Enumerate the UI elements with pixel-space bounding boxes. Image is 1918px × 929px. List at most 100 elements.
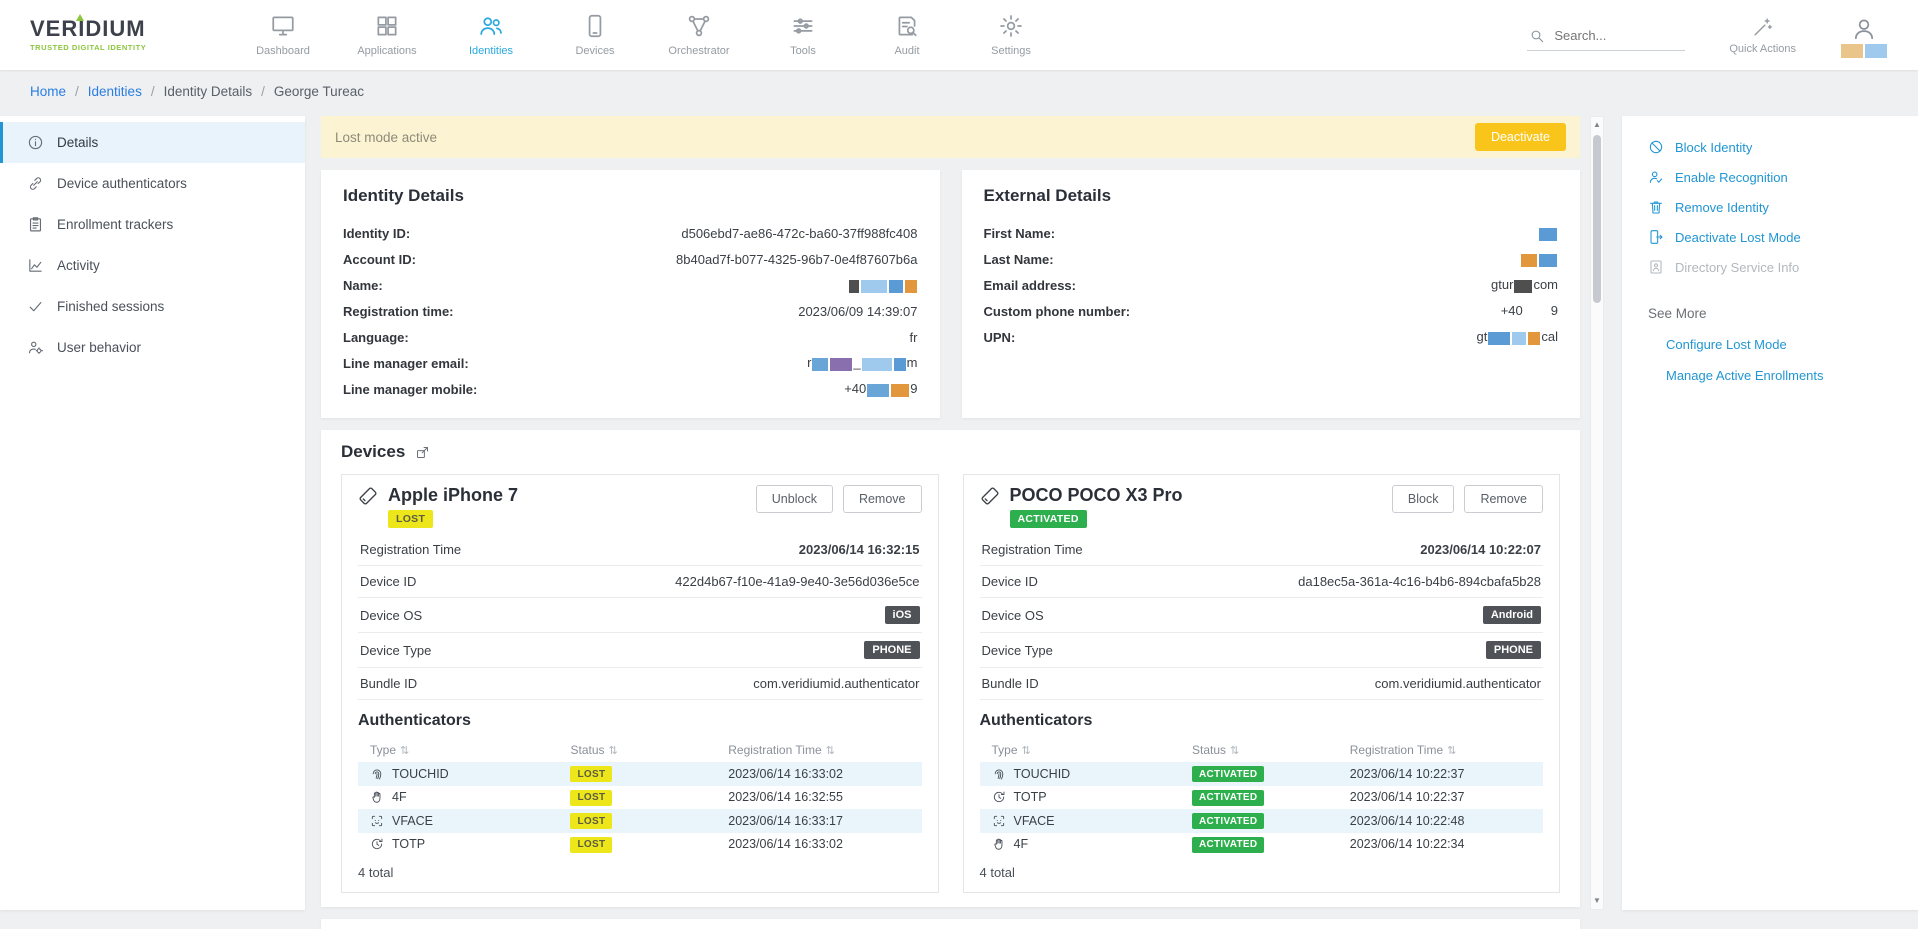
block-identity-link[interactable]: Block Identity xyxy=(1622,132,1918,162)
search-box xyxy=(1527,22,1685,51)
sidebar-item-user-behavior[interactable]: User behavior xyxy=(0,327,305,368)
fingerprint-icon xyxy=(370,767,384,781)
identity-actions-panel: Block Identity Enable Recognition Remove… xyxy=(1622,116,1918,910)
brand-tagline: TRUSTED DIGITAL IDENTITY xyxy=(30,43,180,52)
authenticator-row: TOTPACTIVATED2023/06/14 10:22:37 xyxy=(980,786,1544,810)
field-row: Language:fr xyxy=(343,324,918,350)
hand-icon xyxy=(370,790,384,804)
breadcrumb-identity-details: Identity Details xyxy=(164,84,253,99)
column-header-registration-time[interactable]: Registration Time⇅ xyxy=(724,738,921,762)
device-row: Device OSiOS xyxy=(358,598,922,633)
remove-identity-link[interactable]: Remove Identity xyxy=(1622,192,1918,222)
wand-icon xyxy=(1752,16,1774,38)
nav-applications[interactable]: Applications xyxy=(348,13,426,57)
users-icon xyxy=(478,13,504,39)
authenticators-title: Authenticators xyxy=(980,712,1544,730)
clipboard-icon xyxy=(27,216,44,233)
next-section-partial: Fi xyxy=(321,919,1580,929)
status-badge: ACTIVATED xyxy=(1192,813,1264,829)
refresh-clock-icon xyxy=(370,837,384,851)
device-row: Device TypePHONE xyxy=(358,633,922,668)
device-id-link[interactable]: 422d4b67-f10e-41a9-9e40-3e56d036e5ce xyxy=(675,574,919,589)
device-status-badge: LOST xyxy=(388,510,433,528)
user-avatar[interactable] xyxy=(1840,16,1888,59)
nav-identities[interactable]: Identities xyxy=(452,13,530,57)
column-header-status[interactable]: Status⇅ xyxy=(566,738,724,762)
sliders-icon xyxy=(790,13,816,39)
breadcrumb-person-name: George Tureac xyxy=(274,84,364,99)
nav-audit[interactable]: Audit xyxy=(868,13,946,57)
remove-device-button[interactable]: Remove xyxy=(1464,485,1543,513)
sidebar-item-finished-sessions[interactable]: Finished sessions xyxy=(0,286,305,327)
fingerprint-icon xyxy=(992,767,1006,781)
device-icon xyxy=(975,481,1003,509)
unblock-button[interactable]: Unblock xyxy=(756,485,833,513)
field-row: UPN:gtcal xyxy=(984,324,1559,350)
external-details-title: External Details xyxy=(984,186,1559,206)
devices-title: Devices xyxy=(341,442,405,462)
nav-devices[interactable]: Devices xyxy=(556,13,634,57)
deactivate-lost-mode-link[interactable]: Deactivate Lost Mode xyxy=(1622,222,1918,252)
main-scrollbar[interactable]: ▲ ▼ xyxy=(1590,116,1604,910)
scroll-up-icon[interactable]: ▲ xyxy=(1593,117,1601,133)
field-row: Name: xyxy=(343,272,918,298)
nav-settings[interactable]: Settings xyxy=(972,13,1050,57)
block-icon xyxy=(1648,139,1664,155)
authenticators-total: 4 total xyxy=(980,865,1544,880)
remove-device-button[interactable]: Remove xyxy=(843,485,922,513)
trash-icon xyxy=(1648,199,1664,215)
sidebar-item-details[interactable]: Details xyxy=(0,122,305,163)
status-badge: ACTIVATED xyxy=(1192,790,1264,806)
column-header-registration-time[interactable]: Registration Time⇅ xyxy=(1346,738,1543,762)
search-input[interactable] xyxy=(1554,28,1672,43)
phone-icon xyxy=(582,13,608,39)
lost-mode-icon xyxy=(1648,229,1664,245)
device-row: Bundle IDcom.veridiumid.authenticator xyxy=(980,668,1544,700)
authenticator-row: 4FLOST2023/06/14 16:32:55 xyxy=(358,786,922,810)
device-row: Device ID422d4b67-f10e-41a9-9e40-3e56d03… xyxy=(358,566,922,598)
sidebar-item-device-authenticators[interactable]: Device authenticators xyxy=(0,163,305,204)
field-row: Identity ID:d506ebd7-ae86-472c-ba60-37ff… xyxy=(343,220,918,246)
authenticator-row: VFACEACTIVATED2023/06/14 10:22:48 xyxy=(980,809,1544,833)
nav-tools[interactable]: Tools xyxy=(764,13,842,57)
block-device-button[interactable]: Block xyxy=(1392,485,1455,513)
nav-orchestrator[interactable]: Orchestrator xyxy=(660,13,738,57)
face-scan-icon xyxy=(992,814,1006,828)
audit-doc-icon xyxy=(894,13,920,39)
configure-lost-mode-link[interactable]: Configure Lost Mode xyxy=(1622,329,1918,360)
quick-actions-button[interactable]: Quick Actions xyxy=(1729,16,1796,55)
breadcrumb-identities[interactable]: Identities xyxy=(88,84,142,99)
device-row: Bundle IDcom.veridiumid.authenticator xyxy=(358,668,922,700)
authenticator-row: TOTPLOST2023/06/14 16:33:02 xyxy=(358,833,922,857)
field-row: Line manager email:r_m xyxy=(343,350,918,376)
scrollbar-thumb[interactable] xyxy=(1593,135,1601,303)
user-behavior-icon xyxy=(27,339,44,356)
account-id-value: 8b40ad7f-b077-4325-96b7-0e4f87607b6a xyxy=(676,252,917,267)
authenticator-row: VFACELOST2023/06/14 16:33:17 xyxy=(358,809,922,833)
sidebar-item-enrollment-trackers[interactable]: Enrollment trackers xyxy=(0,204,305,245)
device-id-link[interactable]: da18ec5a-361a-4c16-b4b6-894cbafa5b28 xyxy=(1298,574,1541,589)
enable-recognition-link[interactable]: Enable Recognition xyxy=(1622,162,1918,192)
top-right-area: Quick Actions xyxy=(1527,12,1888,59)
column-header-type[interactable]: Type⇅ xyxy=(358,738,566,762)
authenticator-row: TOUCHIDLOST2023/06/14 16:33:02 xyxy=(358,762,922,786)
directory-icon xyxy=(1648,259,1664,275)
device-name: POCO POCO X3 Pro xyxy=(1010,485,1183,506)
devices-export-icon[interactable] xyxy=(415,445,430,460)
scroll-down-icon[interactable]: ▼ xyxy=(1593,893,1601,909)
main-content: Lost mode active Deactivate Identity Det… xyxy=(321,116,1580,929)
breadcrumb-home[interactable]: Home xyxy=(30,84,66,99)
hand-icon xyxy=(992,837,1006,851)
device-status-badge: ACTIVATED xyxy=(1010,510,1087,528)
custom-phone-redacted: +409 xyxy=(1501,303,1558,318)
deactivate-button[interactable]: Deactivate xyxy=(1475,123,1566,151)
manage-active-enrollments-link[interactable]: Manage Active Enrollments xyxy=(1622,360,1918,391)
gear-icon xyxy=(998,13,1024,39)
sort-icon: ⇅ xyxy=(1022,745,1031,757)
sort-icon: ⇅ xyxy=(1230,745,1239,757)
column-header-type[interactable]: Type⇅ xyxy=(980,738,1188,762)
nav-dashboard[interactable]: Dashboard xyxy=(244,13,322,57)
bundle-id-value: com.veridiumid.authenticator xyxy=(753,676,919,691)
column-header-status[interactable]: Status⇅ xyxy=(1188,738,1346,762)
sidebar-item-activity[interactable]: Activity xyxy=(0,245,305,286)
